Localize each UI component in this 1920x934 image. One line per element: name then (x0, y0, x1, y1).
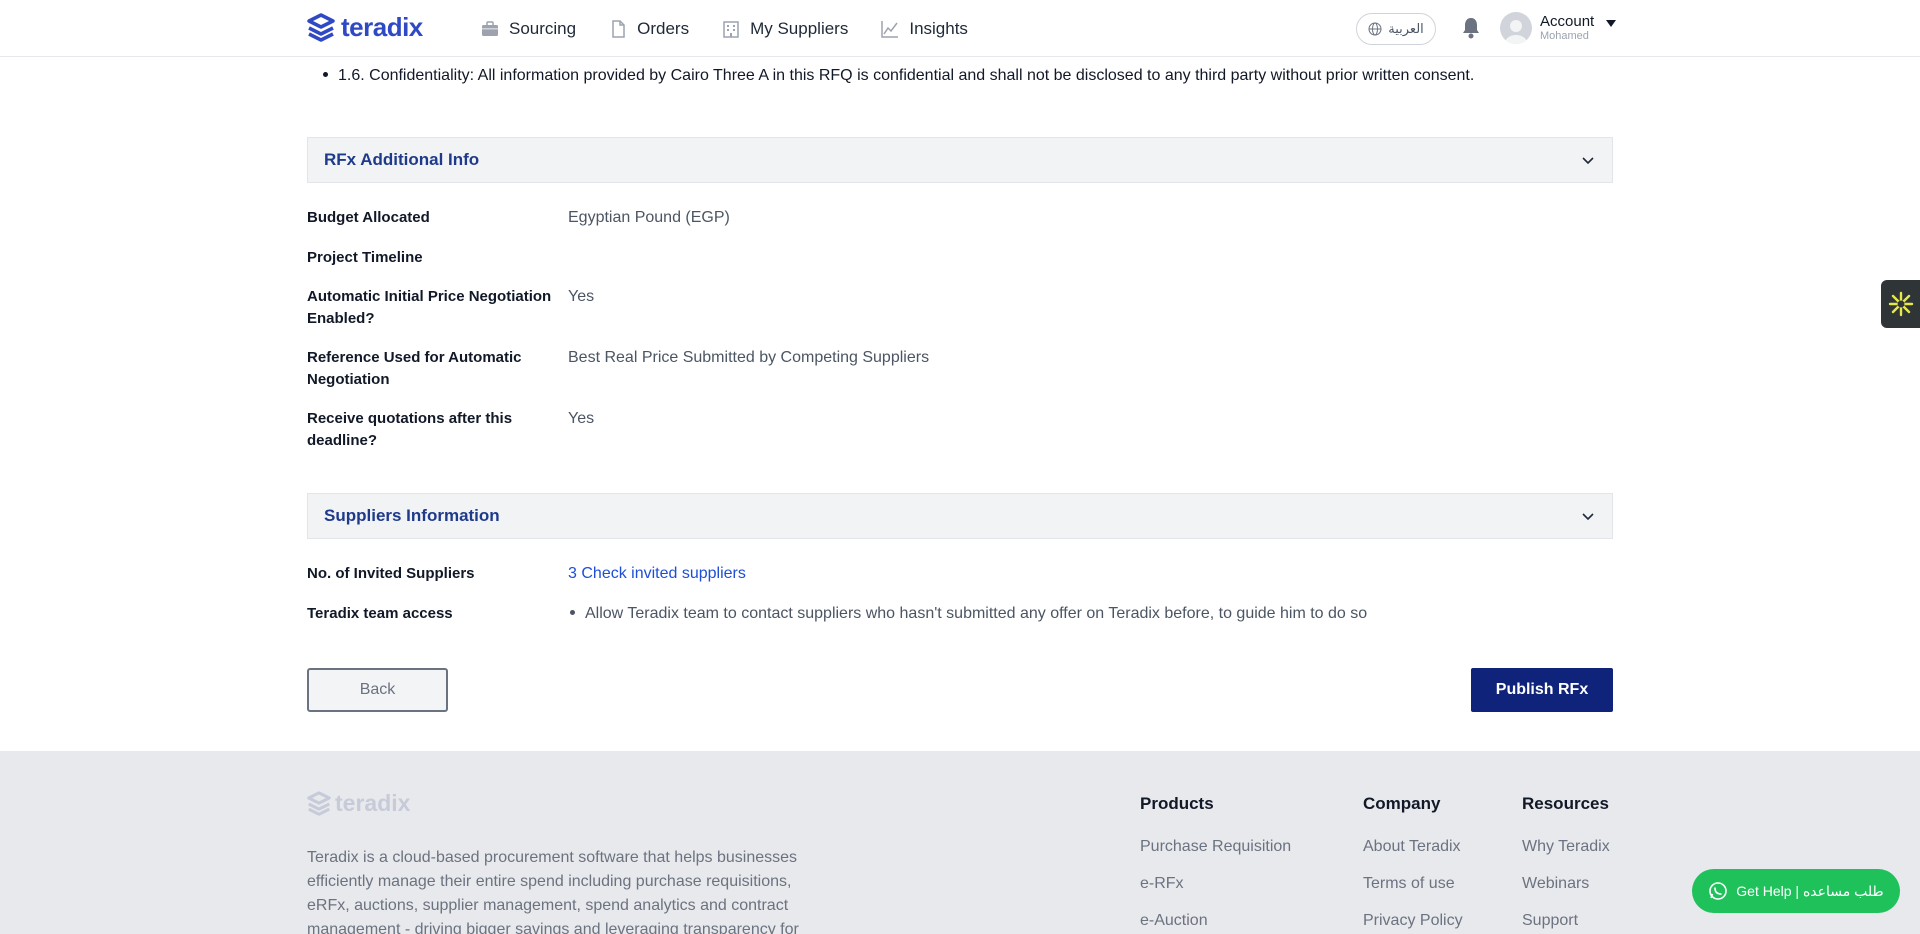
account-label: Account (1540, 12, 1595, 30)
nav-sourcing[interactable]: Sourcing (480, 19, 576, 39)
account-menu[interactable]: Account Mohamed (1500, 12, 1617, 44)
bullet-dot (323, 72, 328, 77)
footer-link[interactable]: e-RFx (1140, 873, 1291, 895)
back-button[interactable]: Back (307, 668, 448, 712)
row-value: Egyptian Pound (EGP) (568, 209, 730, 226)
document-icon (612, 19, 625, 38)
nav-insights[interactable]: Insights (880, 19, 968, 39)
account-username: Mohamed (1540, 30, 1589, 43)
nav-my-suppliers[interactable]: My Suppliers (721, 19, 848, 39)
footer-link[interactable]: Privacy Policy (1363, 910, 1463, 932)
invited-suppliers-row: No. of Invited Suppliers 3 Check invited… (307, 563, 1613, 585)
footer-link[interactable]: Purchase Requisition (1140, 836, 1291, 858)
negotiation-reference-row: Reference Used for Automatic Negotiation… (307, 347, 1613, 391)
top-navbar: teradix Sourcing Orders My Suppliers Ins… (0, 0, 1920, 57)
get-help-button[interactable]: Get Help | طلب مساعده (1692, 869, 1900, 913)
building-icon (723, 20, 739, 38)
row-value: Yes (568, 288, 595, 305)
chevron-down-icon (1582, 513, 1594, 521)
footer-link[interactable]: Webinars (1522, 873, 1610, 895)
nav-label: Insights (909, 18, 968, 38)
row-value: Best Real Price Submitted by Competing S… (568, 349, 930, 366)
auto-negotiation-row: Automatic Initial Price Negotiation Enab… (307, 286, 1613, 330)
row-label: Budget Allocated (307, 209, 430, 226)
nav-label: My Suppliers (750, 18, 849, 38)
footer-col-title: Resources (1522, 794, 1609, 813)
nav-label: Orders (637, 18, 690, 38)
publish-rfx-button[interactable]: Publish RFx (1471, 668, 1613, 712)
row-value: Yes (568, 410, 595, 427)
footer-link[interactable]: Support (1522, 910, 1610, 932)
chevron-down-icon (1582, 157, 1594, 165)
briefcase-icon (482, 20, 498, 36)
confidentiality-term: 1.6. Confidentiality: All information pr… (323, 67, 1474, 85)
suppliers-information-header[interactable]: Suppliers Information (307, 493, 1613, 539)
footer-col-title: Products (1140, 794, 1214, 813)
nav-label: Sourcing (509, 18, 577, 38)
caret-down-icon (1606, 19, 1617, 27)
budget-row: Budget Allocated Egyptian Pound (EGP) (307, 207, 1613, 229)
footer: teradix Teradix is a cloud-based procure… (0, 751, 1920, 934)
section-title: Suppliers Information (324, 506, 500, 525)
invited-count: 3 (568, 565, 577, 582)
row-label: Automatic Initial Price Negotiation Enab… (307, 288, 552, 327)
main-nav: Sourcing Orders My Suppliers Insights (480, 0, 968, 57)
row-label: No. of Invited Suppliers (307, 565, 475, 582)
project-timeline-row: Project Timeline (307, 247, 1613, 269)
chart-line-icon (881, 20, 899, 38)
check-invited-suppliers-link[interactable]: Check invited suppliers (581, 565, 746, 582)
late-quotations-row: Receive quotations after this deadline? … (307, 408, 1613, 452)
language-switch-button[interactable]: العربية (1356, 13, 1436, 45)
team-access-text: Allow Teradix team to contact suppliers … (585, 605, 1368, 622)
footer-link[interactable]: Why Teradix (1522, 836, 1610, 858)
footer-logo-text: teradix (335, 790, 411, 816)
bullet-dot (570, 610, 575, 615)
footer-description: Teradix is a cloud-based procurement sof… (307, 849, 799, 934)
footer-col-title: Company (1363, 794, 1441, 813)
row-label: Receive quotations after this deadline? (307, 410, 513, 449)
avatar (1500, 12, 1532, 44)
get-help-label: Get Help | طلب مساعده (1736, 882, 1884, 899)
teradix-logo-icon (307, 12, 335, 42)
user-icon (1505, 20, 1527, 44)
language-label: العربية (1388, 21, 1424, 36)
footer-logo[interactable]: teradix (307, 790, 410, 817)
footer-col-products: Products Purchase Requisition e-RFx e-Au… (1140, 794, 1291, 934)
row-label: Reference Used for Automatic Negotiation (307, 349, 522, 388)
footer-col-resources: Resources Why Teradix Webinars Support (1522, 794, 1610, 934)
globe-icon (1368, 22, 1382, 36)
bell-icon[interactable] (1460, 16, 1482, 40)
teradix-logo-icon (307, 790, 331, 816)
section-title: RFx Additional Info (324, 150, 480, 169)
sparkle-icon (1888, 291, 1913, 317)
footer-link[interactable]: e-Auction (1140, 910, 1291, 932)
logo-text: teradix (341, 12, 423, 42)
footer-link[interactable]: About Teradix (1363, 836, 1463, 858)
rfx-additional-info-header[interactable]: RFx Additional Info (307, 137, 1613, 183)
team-access-row: Teradix team access Allow Teradix team t… (307, 603, 1613, 625)
row-label: Project Timeline (307, 249, 423, 266)
footer-link[interactable]: Terms of use (1363, 873, 1463, 895)
teradix-logo[interactable]: teradix (307, 12, 423, 43)
nav-orders[interactable]: Orders (608, 19, 689, 39)
whatsapp-icon (1709, 882, 1728, 900)
footer-col-company: Company About Teradix Terms of use Priva… (1363, 794, 1463, 934)
feedback-widget[interactable] (1881, 280, 1920, 328)
row-label: Teradix team access (307, 605, 453, 622)
confidentiality-text: 1.6. Confidentiality: All information pr… (338, 67, 1475, 84)
